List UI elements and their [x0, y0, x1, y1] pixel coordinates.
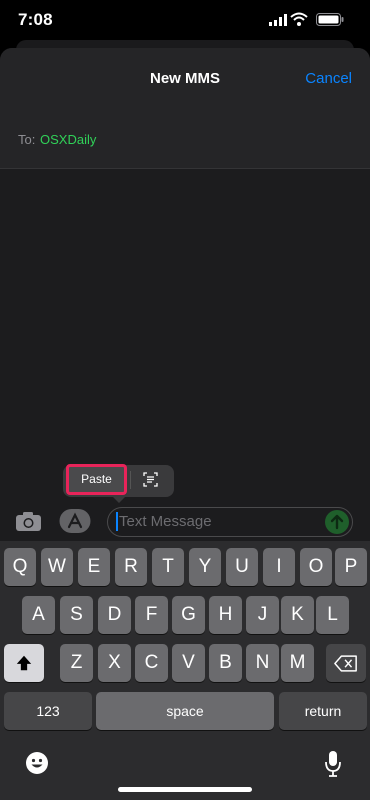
key-k[interactable]: K [281, 596, 314, 634]
scan-text-icon[interactable] [143, 472, 158, 487]
message-placeholder: Text Message [119, 513, 212, 530]
key-e[interactable]: E [78, 548, 110, 586]
key-c[interactable]: C [135, 644, 168, 682]
recipient-token[interactable]: OSXDaily [40, 132, 96, 147]
shift-arrow-icon [16, 655, 32, 671]
nav-bar: New MMS Cancel [0, 48, 370, 110]
key-n[interactable]: N [246, 644, 279, 682]
key-b[interactable]: B [209, 644, 242, 682]
key-d[interactable]: D [98, 596, 131, 634]
key-x[interactable]: X [98, 644, 131, 682]
key-g[interactable]: G [172, 596, 205, 634]
text-cursor [116, 512, 118, 531]
recipient-field[interactable]: To: OSXDaily [0, 110, 370, 169]
key-m[interactable]: M [281, 644, 314, 682]
delete-key[interactable] [326, 644, 366, 682]
key-z[interactable]: Z [60, 644, 93, 682]
camera-icon[interactable] [15, 510, 42, 532]
menu-divider [130, 471, 131, 489]
key-t[interactable]: T [152, 548, 184, 586]
status-time: 7:08 [18, 10, 53, 29]
key-v[interactable]: V [172, 644, 205, 682]
key-o[interactable]: O [300, 548, 332, 586]
key-w[interactable]: W [41, 548, 73, 586]
key-p[interactable]: P [335, 548, 367, 586]
key-j[interactable]: J [246, 596, 279, 634]
key-l[interactable]: L [316, 596, 349, 634]
key-f[interactable]: F [135, 596, 168, 634]
battery-icon [316, 13, 344, 26]
return-key[interactable]: return [279, 692, 367, 730]
key-y[interactable]: Y [189, 548, 221, 586]
app-store-icon[interactable] [59, 508, 91, 534]
to-label: To: [18, 132, 36, 147]
cancel-button[interactable]: Cancel [305, 70, 352, 87]
status-bar: 7:08 [0, 0, 370, 44]
numbers-key[interactable]: 123 [4, 692, 92, 730]
key-i[interactable]: I [263, 548, 295, 586]
wifi-icon [290, 12, 308, 26]
emoji-icon[interactable] [25, 751, 49, 775]
key-q[interactable]: Q [4, 548, 36, 586]
home-indicator [118, 787, 252, 792]
cellular-signal-icon [269, 14, 287, 26]
key-u[interactable]: U [226, 548, 258, 586]
send-arrow-icon[interactable] [325, 510, 349, 534]
microphone-icon[interactable] [324, 750, 342, 778]
key-h[interactable]: H [209, 596, 242, 634]
space-key[interactable]: space [96, 692, 274, 730]
paste-button[interactable]: Paste [66, 464, 127, 495]
backspace-icon [334, 655, 357, 672]
key-r[interactable]: R [115, 548, 147, 586]
shift-key[interactable] [4, 644, 44, 682]
key-a[interactable]: A [22, 596, 55, 634]
key-s[interactable]: S [60, 596, 93, 634]
